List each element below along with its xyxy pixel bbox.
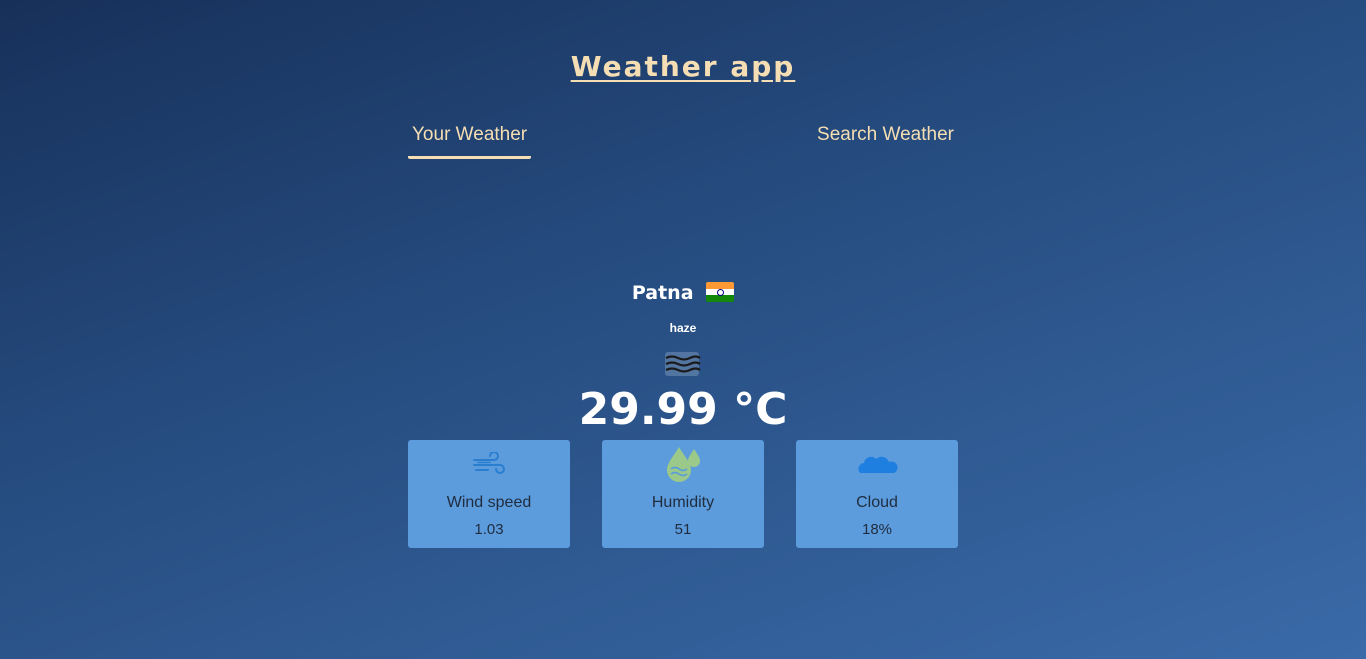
app-title: Weather app <box>570 50 796 83</box>
temperature: 29.99 °C <box>578 384 788 435</box>
cloud-icon <box>858 456 898 473</box>
humidity-card: Humidity 51 <box>602 440 764 548</box>
tab-bar: Your Weather Search Weather <box>408 120 958 160</box>
city-name: Patna <box>631 282 694 304</box>
cloud-label: Cloud <box>856 494 898 511</box>
cloud-value: 18% <box>861 521 893 538</box>
tab-your-weather[interactable]: Your Weather <box>408 120 532 159</box>
haze-icon <box>665 352 701 376</box>
wind-speed-card: Wind speed 1.03 <box>408 440 570 548</box>
humidity-drops-icon <box>667 447 700 482</box>
tab-search-weather[interactable]: Search Weather <box>813 120 958 156</box>
india-flag-icon <box>706 282 735 302</box>
weather-description: haze <box>669 321 697 335</box>
wind-icon <box>473 452 505 474</box>
wind-speed-label: Wind speed <box>446 494 532 511</box>
cloud-card: Cloud 18% <box>796 440 958 548</box>
wind-speed-value: 1.03 <box>474 521 504 538</box>
humidity-value: 51 <box>674 521 692 538</box>
humidity-label: Humidity <box>651 494 715 511</box>
location-row: Patna <box>0 282 1366 304</box>
